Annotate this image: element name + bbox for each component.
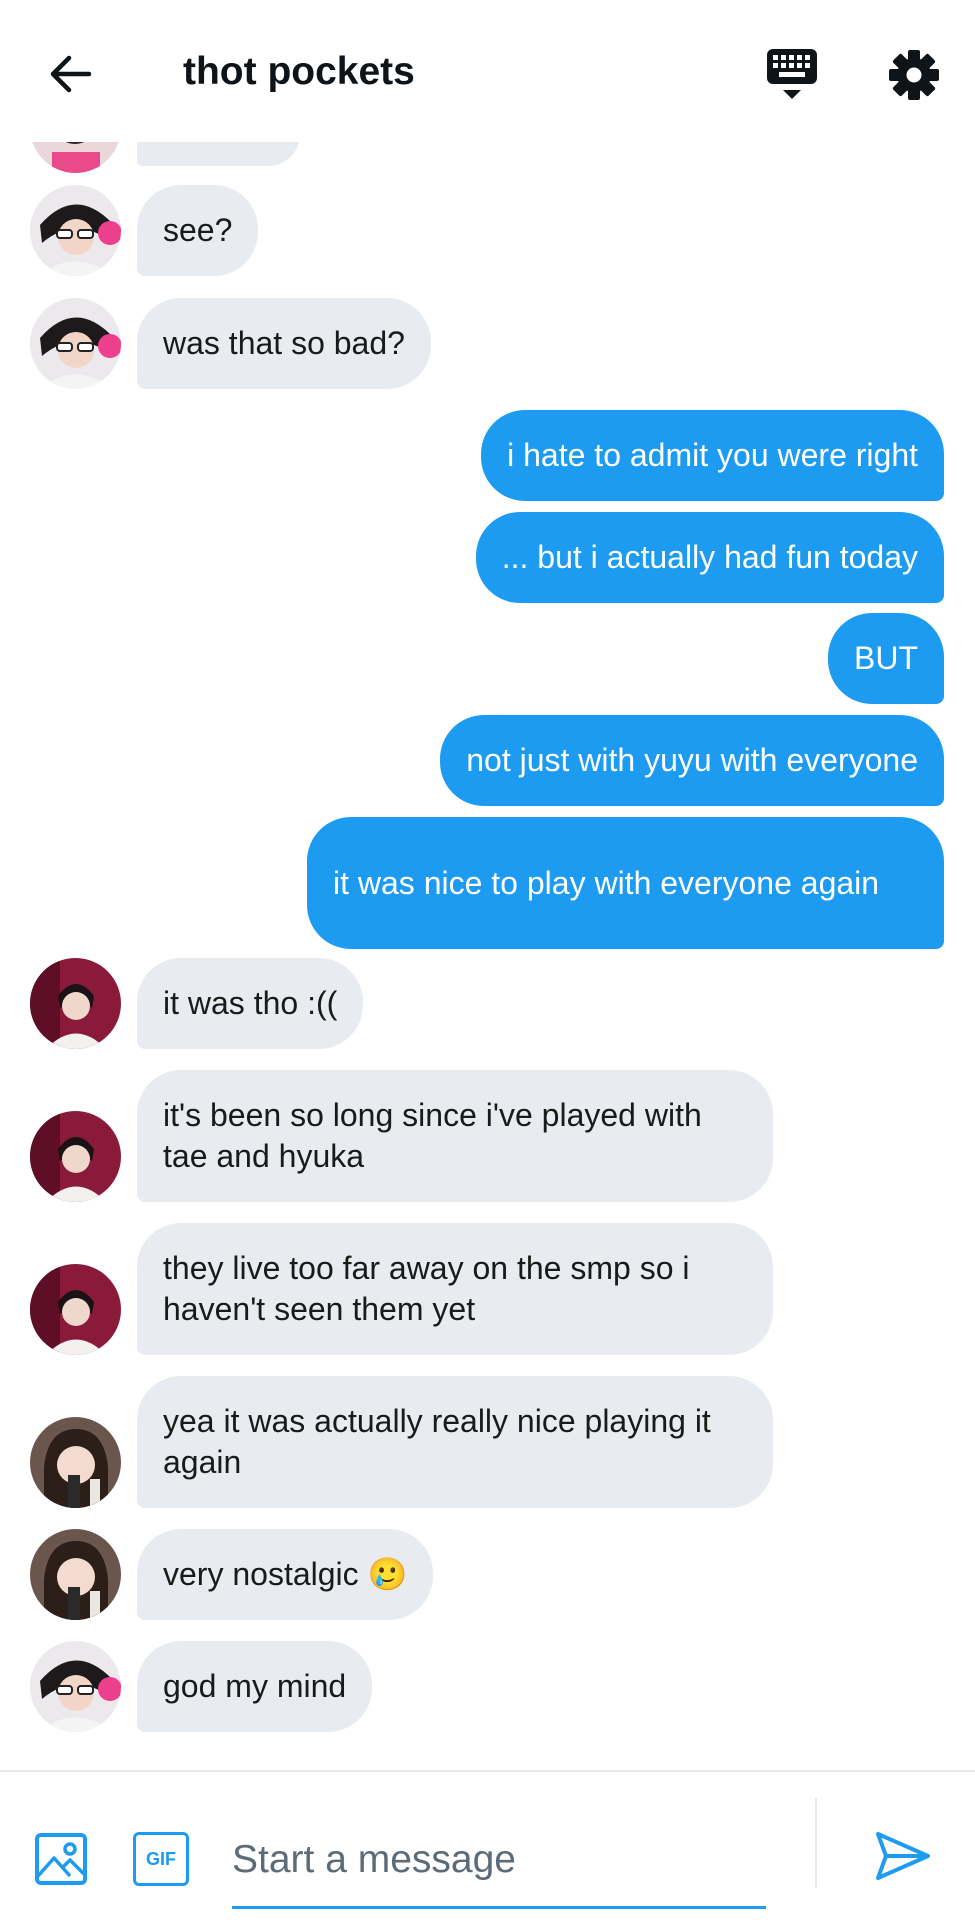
message-bubble-sent: not just with yuyu with everyone: [440, 715, 944, 806]
message-text: it was tho :((: [163, 985, 338, 1021]
image-icon: [35, 1833, 87, 1885]
message-text: i hate to admit you were right: [507, 437, 918, 473]
avatar[interactable]: [30, 1417, 121, 1508]
message-bubble-sent: it was nice to play with everyone again: [307, 817, 944, 949]
send-button[interactable]: [874, 1828, 932, 1884]
send-icon: [876, 1832, 930, 1880]
message-text: ... but i actually had fun today: [501, 539, 918, 575]
avatar[interactable]: [30, 142, 121, 173]
message-bubble-sent: i hate to admit you were right: [481, 410, 944, 501]
settings-button[interactable]: [884, 45, 944, 105]
avatar[interactable]: [30, 1264, 121, 1355]
message-bubble-sent: BUT: [828, 613, 944, 704]
message-bubble-sent: ... but i actually had fun today: [475, 512, 944, 603]
message-text: very nostalgic 🥲: [163, 1556, 408, 1592]
gif-button[interactable]: GIF: [133, 1832, 189, 1886]
message-text: it was nice to play with everyone again: [333, 864, 880, 901]
message-bubble: yea it was actually really nice playing …: [137, 1376, 773, 1508]
message-bubble: it was tho :((: [137, 958, 364, 1049]
message-text: BUT: [854, 640, 918, 676]
divider: [815, 1798, 817, 1888]
message-bubble: god my mind: [137, 1641, 373, 1732]
message-text: god my mind: [163, 1668, 347, 1704]
message-bubble: they live too far away on the smp so i h…: [137, 1223, 773, 1355]
message-input[interactable]: [232, 1822, 766, 1898]
message-bubble-partial: [137, 142, 300, 166]
message-text: see?: [163, 212, 233, 248]
gear-icon: [889, 50, 939, 100]
chat-header: thot pockets: [0, 0, 975, 142]
back-arrow-icon: [50, 55, 92, 93]
message-bubble: see?: [137, 185, 259, 276]
message-text: it's been so long since i've played with…: [163, 1097, 702, 1174]
input-underline: [232, 1906, 766, 1909]
message-bubble: was that so bad?: [137, 298, 431, 389]
avatar[interactable]: [30, 1529, 121, 1620]
avatar[interactable]: [30, 298, 121, 389]
avatar[interactable]: [30, 1641, 121, 1732]
add-image-button[interactable]: [34, 1832, 88, 1886]
message-composer: GIF: [0, 1770, 975, 1922]
keyboard-icon: [767, 49, 817, 99]
message-bubble: very nostalgic 🥲: [137, 1529, 434, 1620]
gif-label: GIF: [146, 1848, 176, 1869]
keyboard-button[interactable]: [762, 45, 822, 105]
conversation-title: thot pockets: [183, 50, 415, 93]
message-text: they live too far away on the smp so i h…: [163, 1250, 690, 1327]
message-bubble: it's been so long since i've played with…: [137, 1070, 773, 1202]
message-text: yea it was actually really nice playing …: [163, 1403, 711, 1480]
message-text: not just with yuyu with everyone: [466, 742, 918, 778]
avatar[interactable]: [30, 1111, 121, 1202]
avatar[interactable]: [30, 958, 121, 1049]
avatar[interactable]: [30, 185, 121, 276]
message-list[interactable]: see? was that so bad? i hate to admit yo…: [0, 142, 975, 1770]
back-button[interactable]: [44, 48, 96, 100]
message-text: was that so bad?: [163, 325, 405, 361]
